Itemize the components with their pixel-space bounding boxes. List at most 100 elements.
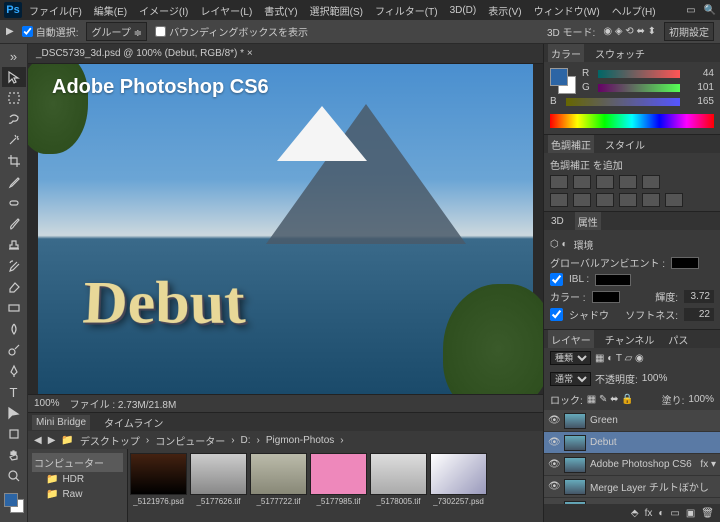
eraser-tool[interactable]	[2, 277, 26, 297]
history-brush-tool[interactable]	[2, 256, 26, 276]
zoom-level[interactable]: 100%	[34, 398, 60, 409]
dodge-tool[interactable]	[2, 340, 26, 360]
thumb[interactable]: _5178005.tif	[370, 453, 427, 506]
adj-icon[interactable]	[573, 193, 591, 207]
type-tool[interactable]: T	[2, 382, 26, 402]
mode-3d-icons[interactable]: ◉ ◈ ⟲ ⬌ ⬍	[603, 26, 656, 37]
bounding-box-check[interactable]: バウンディングボックスを表示	[155, 24, 308, 39]
tab-styles[interactable]: スタイル	[602, 135, 648, 154]
color-swatch[interactable]	[550, 68, 576, 94]
filter-icons[interactable]: ▦ ◐ T ▱ ◉	[595, 353, 644, 364]
fx-icon[interactable]: fx	[645, 508, 653, 519]
nav-back-icon[interactable]: ◀	[34, 435, 42, 446]
tab-layers[interactable]: レイヤー	[548, 330, 594, 349]
visibility-icon[interactable]: 👁	[548, 459, 560, 470]
tab-color[interactable]: カラー	[548, 44, 584, 63]
visibility-icon[interactable]: 👁	[548, 437, 560, 448]
marquee-tool[interactable]	[2, 88, 26, 108]
lasso-tool[interactable]	[2, 109, 26, 129]
layer-row[interactable]: 👁Merge Layer チルトぼかし	[544, 476, 720, 498]
r-value[interactable]: 44	[686, 68, 714, 79]
adj-icon[interactable]	[596, 193, 614, 207]
b-slider[interactable]	[566, 98, 680, 106]
tree-root[interactable]: コンピューター	[32, 453, 123, 472]
ibl-color-swatch[interactable]	[592, 291, 620, 303]
document-canvas[interactable]: Adobe Photoshop CS6 Debut	[38, 64, 533, 394]
layer-row[interactable]: 👁Debut	[544, 432, 720, 454]
thumb[interactable]: _7302257.psd	[430, 453, 487, 506]
thumb[interactable]: _5177985.tif	[310, 453, 367, 506]
cloud-icon[interactable]: ▭	[686, 5, 695, 16]
fill-value[interactable]: 100%	[688, 394, 714, 405]
menu-view[interactable]: 表示(V)	[483, 1, 526, 20]
tab-minibridge[interactable]: Mini Bridge	[32, 415, 90, 430]
fg-bg-swatch[interactable]	[4, 493, 24, 513]
brush-tool[interactable]	[2, 214, 26, 234]
tree-item[interactable]: 📁 HDR	[32, 472, 123, 487]
adj-icon[interactable]	[596, 175, 614, 189]
trash-icon[interactable]: 🗑	[701, 508, 714, 519]
crop-tool[interactable]	[2, 151, 26, 171]
blur-tool[interactable]	[2, 319, 26, 339]
intensity-value[interactable]: 3.72	[684, 290, 714, 303]
adj-icon[interactable]	[665, 193, 683, 207]
b-value[interactable]: 165	[686, 96, 714, 107]
menu-3d[interactable]: 3D(D)	[445, 3, 482, 18]
path-tool[interactable]	[2, 403, 26, 423]
document-tab[interactable]: _DSC5739_3d.psd @ 100% (Debut, RGB/8*) *…	[28, 44, 543, 64]
new-layer-icon[interactable]: ▣	[686, 508, 695, 519]
lock-icons[interactable]: ▦ ✎ ⬌ 🔒	[587, 394, 634, 405]
softness-value[interactable]: 22	[684, 308, 714, 321]
crumb[interactable]: デスクトップ	[80, 433, 140, 448]
tab-channels[interactable]: チャンネル	[602, 330, 658, 349]
thumb[interactable]: _5177626.tif	[190, 453, 247, 506]
collapse-icon[interactable]: »	[2, 46, 26, 66]
spectrum-picker[interactable]	[550, 114, 714, 128]
auto-select-check[interactable]: 自動選択:	[22, 24, 79, 39]
move-tool[interactable]	[2, 67, 26, 87]
adj-icon[interactable]	[642, 193, 660, 207]
crumb[interactable]: D:	[241, 435, 251, 446]
r-slider[interactable]	[598, 70, 680, 78]
ibl-check[interactable]	[550, 273, 563, 286]
heal-tool[interactable]	[2, 193, 26, 213]
adj-icon[interactable]	[573, 175, 591, 189]
thumb[interactable]: _5177722.tif	[250, 453, 307, 506]
shape-tool[interactable]	[2, 424, 26, 444]
zoom-tool[interactable]	[2, 466, 26, 486]
crumb[interactable]: Pigmon-Photos	[266, 435, 334, 446]
layer-filter-kind[interactable]: 種類	[550, 351, 591, 365]
menu-help[interactable]: ヘルプ(H)	[607, 1, 661, 20]
tab-properties[interactable]: 属性	[575, 212, 601, 231]
adj-icon[interactable]	[619, 175, 637, 189]
tree-item[interactable]: 📁 Raw	[32, 487, 123, 502]
auto-select-mode[interactable]: グループ ≑	[86, 22, 147, 41]
menu-type[interactable]: 書式(Y)	[259, 1, 302, 20]
opacity-value[interactable]: 100%	[642, 373, 668, 384]
thumb[interactable]: _5121976.psd	[130, 453, 187, 506]
gradient-tool[interactable]	[2, 298, 26, 318]
canvas-area[interactable]: Adobe Photoshop CS6 Debut	[28, 64, 543, 394]
tab-3d[interactable]: 3D	[548, 214, 567, 229]
g-value[interactable]: 101	[686, 82, 714, 93]
move-tool-icon[interactable]: ▶	[6, 26, 14, 37]
menu-select[interactable]: 選択範囲(S)	[305, 1, 368, 20]
menu-file[interactable]: ファイル(F)	[24, 1, 87, 20]
pen-tool[interactable]	[2, 361, 26, 381]
search-icon[interactable]: 🔍	[704, 5, 716, 16]
tab-adjustments[interactable]: 色調補正	[548, 135, 594, 154]
menu-window[interactable]: ウィンドウ(W)	[529, 1, 605, 20]
hand-tool[interactable]	[2, 445, 26, 465]
mask-icon[interactable]: ◐	[658, 508, 664, 519]
nav-fwd-icon[interactable]: ▶	[48, 435, 56, 446]
layer-row[interactable]: 👁Green	[544, 410, 720, 432]
group-icon[interactable]: ▭	[670, 508, 679, 519]
tab-swatches[interactable]: スウォッチ	[592, 44, 648, 63]
visibility-icon[interactable]: 👁	[548, 415, 560, 426]
shadow-check[interactable]	[550, 308, 563, 321]
menu-image[interactable]: イメージ(I)	[134, 1, 193, 20]
ibl-swatch[interactable]	[595, 274, 631, 286]
ambient-swatch[interactable]	[671, 257, 699, 269]
fx-badge[interactable]: fx ▾	[700, 459, 716, 470]
blend-mode[interactable]: 通常	[550, 372, 591, 386]
